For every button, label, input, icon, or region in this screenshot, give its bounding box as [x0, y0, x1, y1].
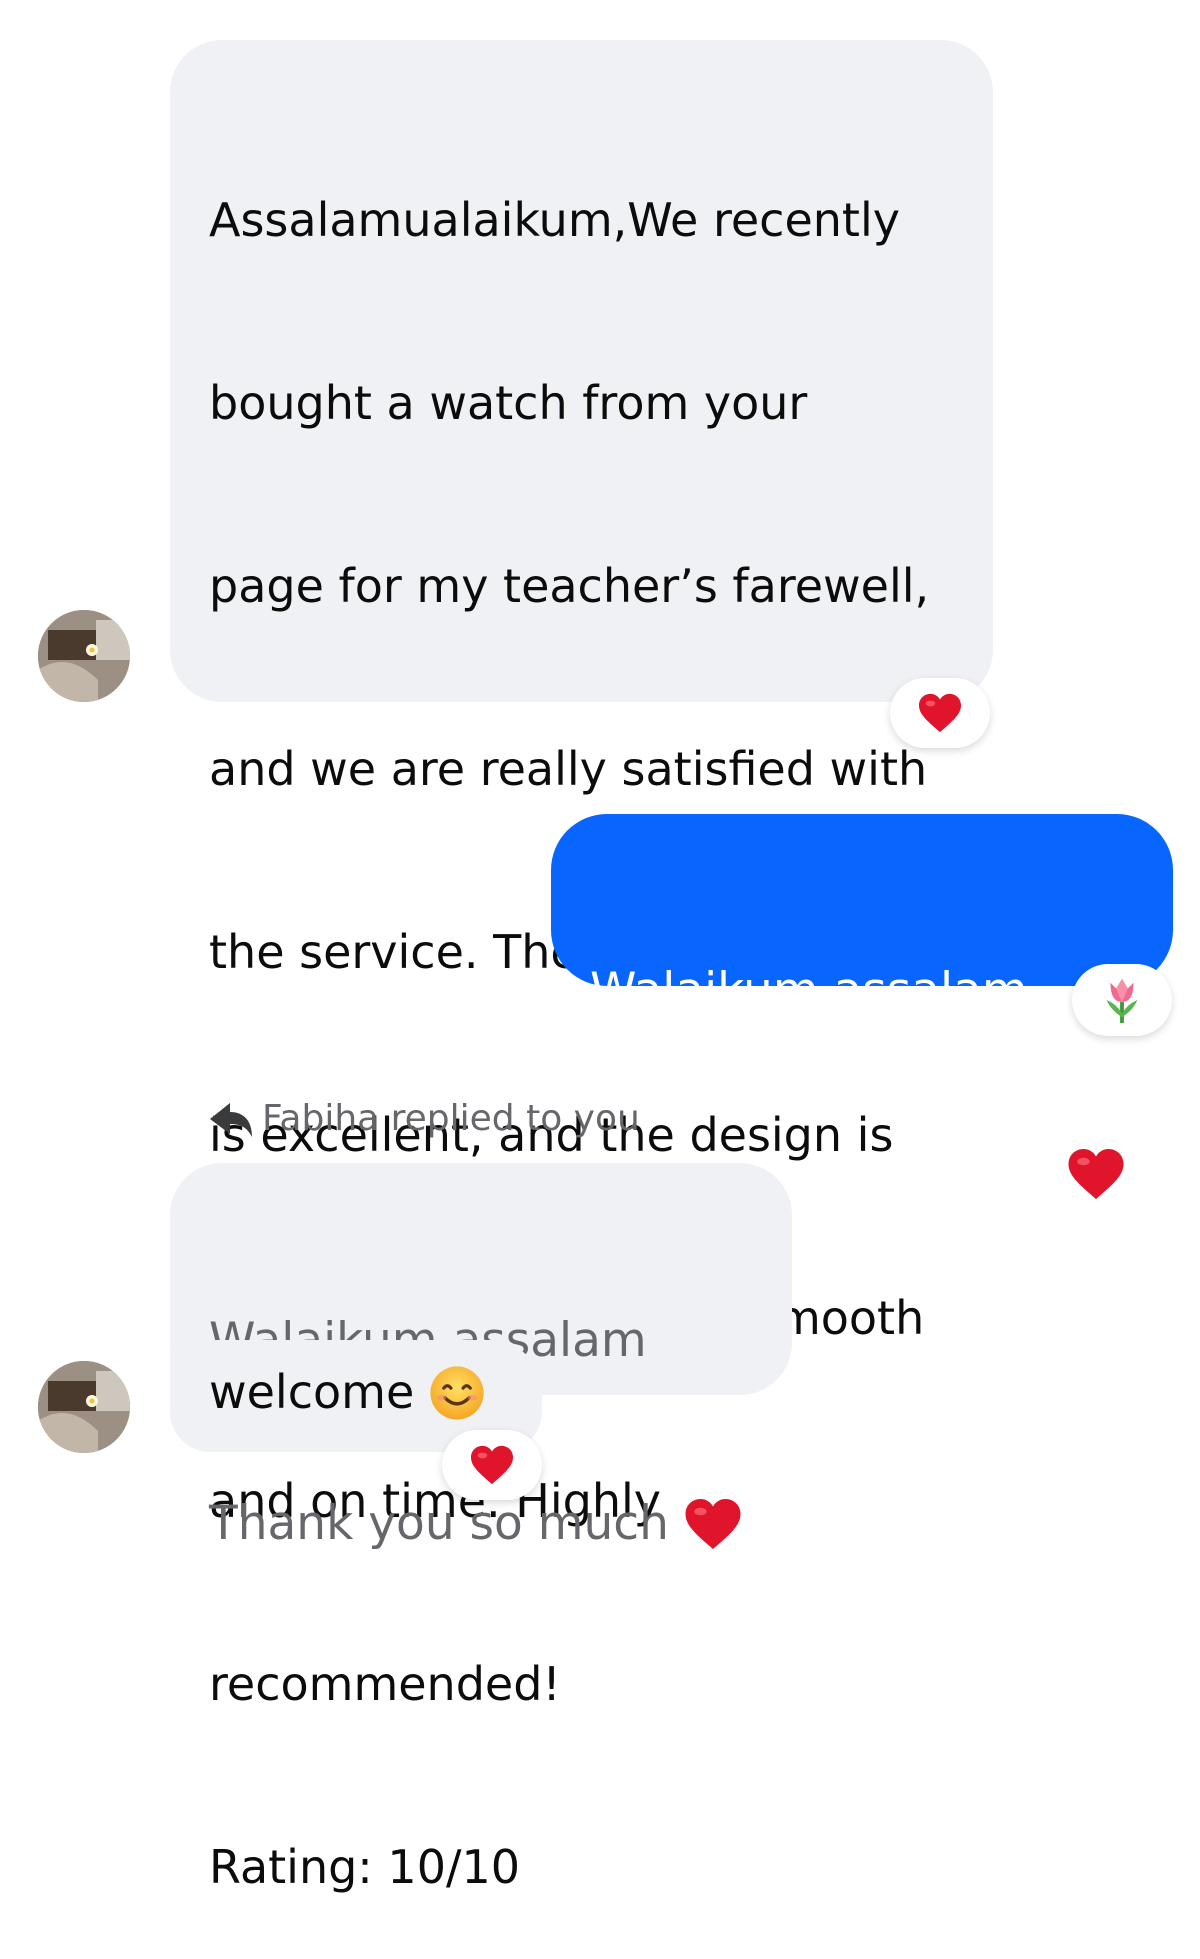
message-line: Thank you so much — [209, 1493, 743, 1554]
heart-icon — [471, 1445, 513, 1485]
message-line: Walaikum assalam — [590, 963, 1028, 1018]
heart-icon — [919, 693, 961, 733]
reaction-tulip[interactable] — [1072, 964, 1172, 1036]
message-line: Assalamualaikum,We recently — [209, 193, 900, 247]
reaction-heart[interactable] — [442, 1430, 542, 1500]
reply-icon — [210, 1102, 252, 1137]
message-line: Rating: 10/10 — [209, 1840, 520, 1894]
message-line: and we are really satisfied with — [209, 742, 928, 796]
message-line: recommended! — [209, 1657, 561, 1711]
heart-icon — [685, 1498, 741, 1549]
smiling-face-icon — [430, 1365, 484, 1420]
welcome-message: welcome — [209, 1362, 486, 1423]
avatar[interactable] — [38, 1361, 130, 1453]
message-line: bought a watch from your — [209, 376, 808, 430]
tulip-icon — [1106, 978, 1138, 1024]
message-line-text: Thank you so much — [209, 1496, 669, 1551]
avatar[interactable] — [38, 610, 130, 702]
message-text: welcome — [209, 1365, 415, 1419]
reply-header-text: Fabiha replied to you — [262, 1098, 640, 1139]
reaction-heart[interactable] — [890, 678, 990, 748]
heart-icon — [1068, 1148, 1124, 1199]
message-line: page for my teacher’s farewell, — [209, 559, 930, 613]
reply-header: Fabiha replied to you — [208, 1098, 640, 1139]
